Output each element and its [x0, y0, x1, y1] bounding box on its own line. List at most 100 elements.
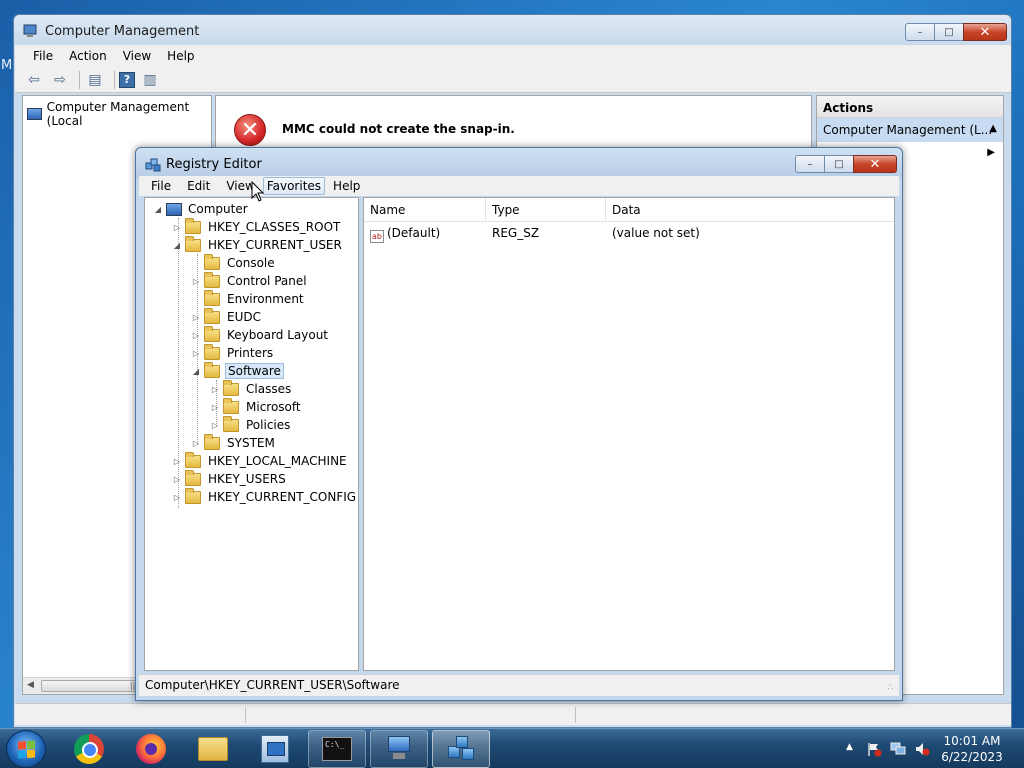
- resize-grip-icon[interactable]: ∴: [887, 683, 893, 693]
- tree-node-label: Computer: [188, 202, 248, 216]
- mmc-icon: [261, 735, 289, 763]
- clock-time: 10:01 AM: [943, 734, 1001, 748]
- tree-node[interactable]: ▷ Keyboard Layout: [191, 325, 330, 344]
- toolbar-separator: [79, 70, 80, 89]
- taskbar-app-chrome[interactable]: [60, 730, 118, 768]
- taskbar-app-network[interactable]: [370, 730, 428, 768]
- re-window-title: Registry Editor: [166, 157, 262, 172]
- tree-node[interactable]: ▷ Classes: [210, 379, 293, 398]
- value-name-cell: ab (Default): [370, 226, 440, 243]
- menu-action[interactable]: Action: [61, 47, 115, 65]
- tree-node[interactable]: Console: [191, 253, 277, 272]
- actions-section-computer-management[interactable]: Computer Management (L... ▲: [817, 118, 1003, 142]
- collapsed-arrow-icon[interactable]: ▷: [210, 385, 220, 394]
- collapsed-arrow-icon[interactable]: ▷: [172, 457, 182, 466]
- column-header-type[interactable]: Type: [486, 198, 606, 222]
- column-header-name[interactable]: Name: [364, 198, 486, 222]
- tree-node-label: Console: [227, 256, 275, 270]
- tree-node-label: HKEY_CURRENT_CONFIG: [208, 490, 357, 504]
- mouse-cursor-icon: [251, 181, 265, 202]
- menu-edit[interactable]: Edit: [179, 177, 218, 195]
- expanded-arrow-icon[interactable]: ◢: [172, 241, 182, 250]
- tree-node[interactable]: ▷ Policies: [210, 415, 292, 434]
- menu-help[interactable]: Help: [325, 177, 368, 195]
- folder-icon: [204, 325, 220, 342]
- registry-value-row[interactable]: ab (Default) REG_SZ (value not set): [364, 224, 894, 244]
- taskbar-app-computer-management[interactable]: [246, 730, 304, 768]
- collapsed-arrow-icon[interactable]: ▷: [172, 493, 182, 502]
- tree-node-computer-management[interactable]: Computer Management (Local: [27, 100, 211, 128]
- menu-favorites[interactable]: Favorites: [262, 177, 326, 195]
- tree-node[interactable]: ▷ Printers: [191, 343, 275, 362]
- taskbar-app-explorer[interactable]: [184, 730, 242, 768]
- collapsed-arrow-icon[interactable]: ▷: [191, 349, 201, 358]
- collapsed-arrow-icon[interactable]: ▷: [210, 421, 220, 430]
- registry-values-list: Name Type Data ab (Default) REG_SZ (value…: [363, 197, 895, 671]
- collapsed-arrow-icon[interactable]: ▷: [172, 223, 182, 232]
- cm-titlebar[interactable]: Computer Management – □ ✕: [14, 15, 1011, 47]
- taskbar-app-firefox[interactable]: [122, 730, 180, 768]
- volume-muted-icon[interactable]: [914, 741, 930, 757]
- column-header-data[interactable]: Data: [606, 198, 894, 222]
- tree-node[interactable]: ▷ SYSTEM: [191, 433, 277, 452]
- tree-node[interactable]: ▷ Control Panel: [191, 271, 309, 290]
- show-hidden-icons-icon[interactable]: ▲: [846, 742, 853, 752]
- expanded-arrow-icon[interactable]: ◢: [191, 367, 201, 376]
- collapsed-arrow-icon[interactable]: ▷: [172, 475, 182, 484]
- folder-icon: [204, 253, 220, 270]
- expanded-arrow-icon[interactable]: ◢: [153, 205, 163, 214]
- show-hide-tree-icon[interactable]: ▤: [84, 70, 106, 90]
- collapsed-arrow-icon[interactable]: ▷: [191, 331, 201, 340]
- show-hide-action-pane-icon[interactable]: ▥: [139, 70, 161, 90]
- collapsed-arrow-icon[interactable]: ▷: [191, 439, 201, 448]
- close-button[interactable]: ✕: [963, 23, 1007, 41]
- tree-node[interactable]: ◢ Computer: [153, 200, 250, 218]
- folder-icon: [204, 433, 220, 450]
- collapse-up-icon[interactable]: ▲: [989, 123, 997, 134]
- menu-help[interactable]: Help: [159, 47, 202, 65]
- re-titlebar[interactable]: Registry Editor – □ ✕: [136, 148, 902, 178]
- taskbar-clock[interactable]: 10:01 AM 6/22/2023: [930, 733, 1014, 765]
- folder-icon: [204, 307, 220, 324]
- menu-file[interactable]: File: [143, 177, 179, 195]
- folder-icon: [185, 235, 201, 252]
- tree-node-label: HKEY_CLASSES_ROOT: [208, 220, 341, 234]
- start-button[interactable]: [6, 730, 46, 768]
- maximize-button[interactable]: □: [934, 23, 964, 41]
- tree-node-label: Microsoft: [246, 400, 301, 414]
- tree-node-label: EUDC: [227, 310, 261, 324]
- help-icon[interactable]: ?: [119, 71, 135, 88]
- close-button[interactable]: ✕: [853, 155, 897, 173]
- tree-node[interactable]: ◢ HKEY_CURRENT_USER: [172, 235, 344, 254]
- tree-node-label: SYSTEM: [227, 436, 275, 450]
- back-arrow-icon[interactable]: ⇦: [23, 70, 45, 90]
- action-center-flag-icon[interactable]: [866, 741, 882, 757]
- tree-node[interactable]: ▷ HKEY_LOCAL_MACHINE: [172, 451, 349, 470]
- cm-menubar: File Action View Help: [15, 45, 1011, 67]
- collapsed-arrow-icon[interactable]: ▷: [191, 277, 201, 286]
- tree-node[interactable]: ▷ HKEY_CLASSES_ROOT: [172, 217, 342, 236]
- scroll-left-icon[interactable]: ◀: [27, 680, 34, 690]
- collapsed-arrow-icon[interactable]: ▷: [191, 313, 201, 322]
- tree-node[interactable]: ▷ HKEY_USERS: [172, 469, 288, 488]
- collapsed-arrow-icon[interactable]: ▷: [210, 403, 220, 412]
- minimize-button[interactable]: –: [905, 23, 935, 41]
- forward-arrow-icon[interactable]: ⇨: [49, 70, 71, 90]
- folder-icon: [223, 415, 239, 432]
- tree-node[interactable]: ▷ HKEY_CURRENT_CONFIG: [172, 487, 358, 506]
- tree-node[interactable]: ▷ Microsoft: [210, 397, 303, 416]
- minimize-button[interactable]: –: [795, 155, 825, 173]
- menu-view[interactable]: View: [115, 47, 159, 65]
- menu-file[interactable]: File: [25, 47, 61, 65]
- network-status-icon[interactable]: [890, 741, 906, 757]
- tree-node[interactable]: Environment: [191, 289, 306, 308]
- taskbar-app-cmd[interactable]: C:\_: [308, 730, 366, 768]
- submenu-arrow-icon: ▶: [987, 147, 995, 158]
- tree-node-selected[interactable]: ◢ Software: [191, 361, 284, 380]
- folder-icon: [185, 487, 201, 504]
- maximize-button[interactable]: □: [824, 155, 854, 173]
- tree-node-label: Policies: [246, 418, 291, 432]
- computer-management-icon: [23, 24, 37, 37]
- tree-node[interactable]: ▷ EUDC: [191, 307, 263, 326]
- taskbar-app-regedit[interactable]: [432, 730, 490, 768]
